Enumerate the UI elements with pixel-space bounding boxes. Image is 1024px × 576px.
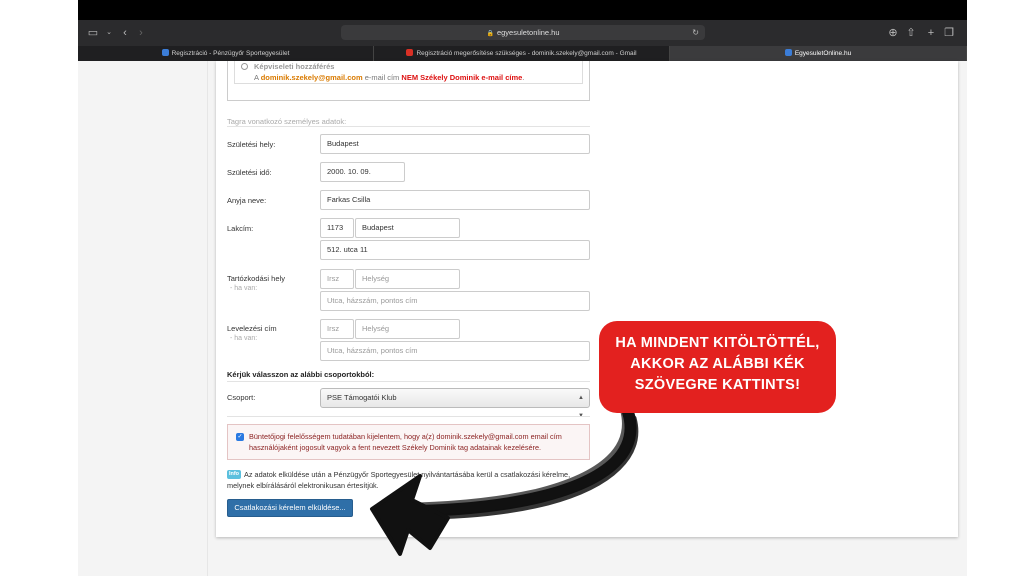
- instruction-callout: HA MINDENT KITÖLTÖTTÉL, AKKOR AZ ALÁBBI …: [599, 321, 836, 413]
- arrow-head: [370, 474, 450, 556]
- callout-line-1: HA MINDENT KITÖLTÖTTÉL,: [615, 335, 820, 351]
- annotation-arrow: [370, 406, 639, 556]
- screenshot-frame: ▭ ⌄ ‹ › 🔒 egyesuletonline.hu ↻ ⊕ ⇧ + ❐ Re…: [0, 0, 1024, 576]
- callout-line-3: SZÖVEGRE KATTINTS!: [634, 377, 801, 393]
- callout-line-2: AKKOR AZ ALÁBBI KÉK: [630, 356, 805, 372]
